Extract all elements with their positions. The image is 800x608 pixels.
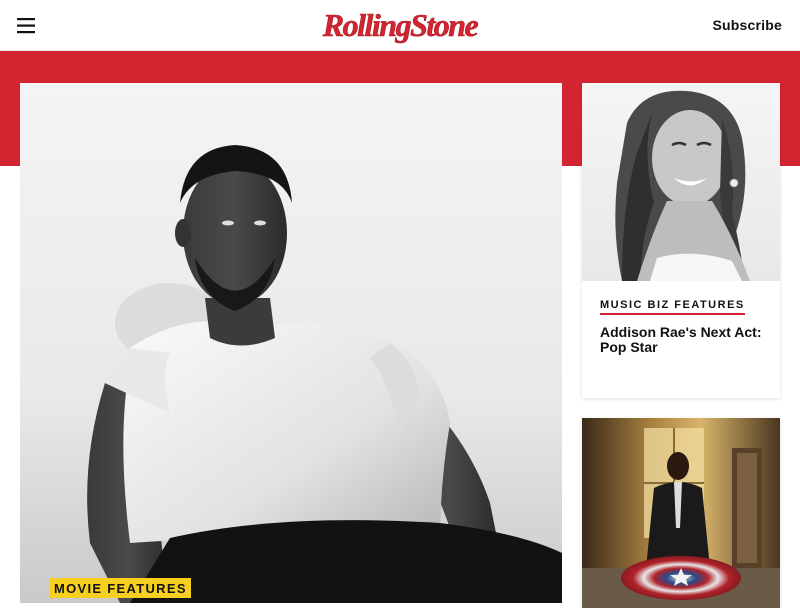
lead-story-image [20, 83, 562, 603]
hamburger-menu-icon[interactable] [14, 15, 38, 37]
logo-wordmark: RollingStone [322, 7, 479, 43]
side-story-image [582, 83, 780, 281]
subscribe-link[interactable]: Subscribe [713, 17, 783, 33]
site-header: RollingStone Subscribe [0, 0, 800, 51]
rolling-stone-logo[interactable]: RollingStone [308, 6, 492, 46]
side-story-category-tag[interactable]: MUSIC BIZ FEATURES [600, 299, 745, 315]
side-story-image [582, 418, 780, 608]
lead-story-card[interactable]: MOVIE FEATURES [20, 83, 562, 603]
side-story-headline[interactable]: Addison Rae's Next Act: Pop Star [600, 325, 762, 355]
side-story-card[interactable] [582, 418, 780, 608]
side-story-card[interactable]: MUSIC BIZ FEATURES Addison Rae's Next Ac… [582, 83, 780, 398]
lead-story-category-tag[interactable]: MOVIE FEATURES [50, 578, 191, 598]
